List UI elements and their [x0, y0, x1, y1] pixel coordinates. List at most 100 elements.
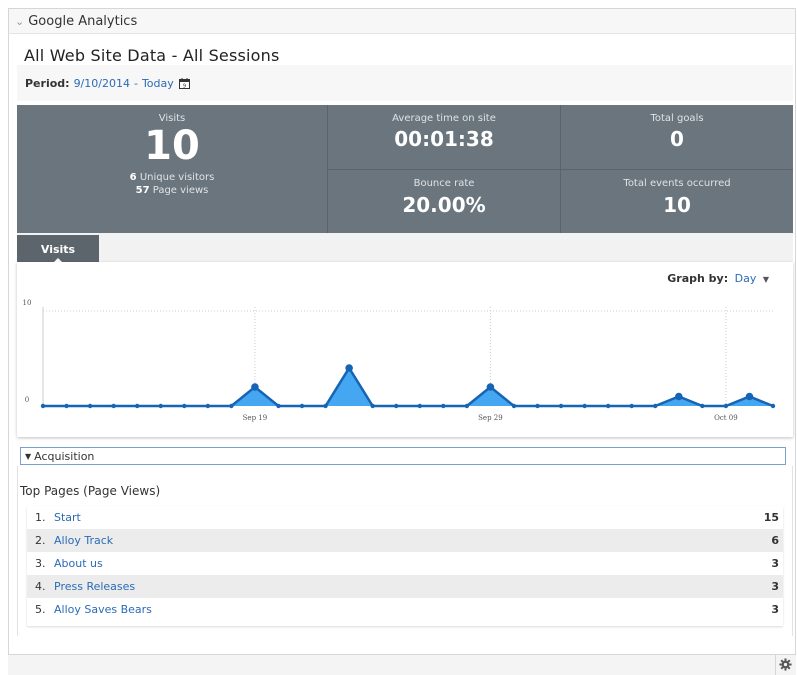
- row-index: 1.: [35, 511, 46, 524]
- row-index: 4.: [35, 580, 46, 593]
- y-tick-label: 10: [23, 299, 32, 307]
- page-views-count: 3: [771, 557, 779, 570]
- top-page-row: 5. Alloy Saves Bears 3: [27, 598, 783, 621]
- gadget-footer: [8, 654, 796, 675]
- data-point: [251, 383, 259, 391]
- data-point: [299, 403, 305, 409]
- svg-text:9: 9: [183, 83, 186, 89]
- top-pages-title: Top Pages (Page Views): [20, 484, 161, 498]
- chevron-down-icon[interactable]: ⌄: [15, 15, 24, 28]
- period-end-link[interactable]: Today: [142, 77, 174, 90]
- total-events-stat: Total events occurred 10: [561, 170, 793, 233]
- data-point: [111, 403, 116, 409]
- stats-panel: Visits 10 6 Unique visitors 57 Page view…: [17, 105, 793, 233]
- bounce-rate-label: Bounce rate: [413, 178, 475, 189]
- tab-visits[interactable]: Visits: [17, 235, 99, 263]
- chart-panel: Graph by: Day ▼ 10 0 Sep 19 Sep 29 Oct 09: [17, 262, 793, 437]
- page-views: 57 Page views: [17, 185, 327, 196]
- acquisition-label: Acquisition: [34, 449, 95, 463]
- visits-stat: Visits 10 6 Unique visitors 57 Page view…: [17, 105, 327, 233]
- page-views-count: 3: [771, 603, 779, 616]
- page-views-count: 57: [135, 185, 150, 196]
- data-point: [87, 403, 93, 409]
- page-views-count: 15: [763, 511, 779, 524]
- tab-visits-label: Visits: [40, 243, 76, 256]
- x-tick-label: Sep 19: [243, 414, 268, 422]
- data-point: [535, 403, 540, 409]
- chart-tabs: Visits: [17, 233, 793, 263]
- avg-time-stat: Average time on site 00:01:38: [328, 105, 560, 169]
- data-point: [745, 392, 754, 401]
- page-views-count: 6: [771, 534, 779, 547]
- unique-visitors-count: 6: [129, 172, 137, 183]
- data-point: [134, 403, 140, 409]
- acquisition-toggle[interactable]: ▼ Acquisition: [20, 447, 786, 465]
- total-goals-value: 0: [670, 127, 684, 151]
- data-point: [486, 383, 495, 391]
- top-page-row: 2. Alloy Track 6: [27, 529, 783, 552]
- row-index: 3.: [35, 557, 46, 570]
- total-goals-label: Total goals: [650, 113, 704, 124]
- period-start-link[interactable]: 9/10/2014: [74, 77, 130, 90]
- data-point: [653, 403, 658, 409]
- data-point: [276, 403, 281, 409]
- data-point: [723, 403, 729, 409]
- data-point: [370, 403, 375, 409]
- triangle-down-icon[interactable]: ▼: [25, 452, 31, 461]
- row-index: 5.: [35, 603, 46, 616]
- data-point: [464, 403, 470, 409]
- page-link[interactable]: About us: [54, 552, 103, 575]
- top-page-row: 1. Start 15: [27, 506, 783, 529]
- data-point: [345, 364, 353, 372]
- data-point: [417, 403, 422, 409]
- data-point: [511, 403, 517, 409]
- data-point: [582, 403, 587, 409]
- top-page-row: 4. Press Releases 3: [27, 575, 783, 598]
- gadget-title: Google Analytics: [28, 13, 138, 29]
- data-point: [441, 403, 446, 409]
- period-separator: -: [133, 76, 138, 90]
- gadget-header[interactable]: ⌄ Google Analytics: [8, 8, 796, 34]
- bounce-rate-stat: Bounce rate 20.00%: [328, 170, 560, 233]
- visits-value: 10: [144, 123, 200, 169]
- page-views-label: Page views: [152, 185, 209, 196]
- data-point: [558, 403, 564, 409]
- period-bar: Period: 9/10/2014 - Today 9: [17, 65, 793, 101]
- page-link[interactable]: Alloy Saves Bears: [54, 598, 152, 621]
- calendar-icon[interactable]: 9: [178, 77, 190, 89]
- x-tick-label: Sep 29: [478, 414, 503, 422]
- data-point: [229, 403, 234, 409]
- data-point: [605, 403, 611, 409]
- data-point: [770, 403, 776, 409]
- unique-visitors: 6 Unique visitors: [17, 172, 327, 183]
- data-point: [64, 403, 69, 409]
- total-events-value: 10: [663, 193, 691, 217]
- unique-visitors-label: Unique visitors: [139, 172, 215, 183]
- y-tick-label: 0: [25, 396, 29, 404]
- page-title: All Web Site Data - All Sessions: [24, 46, 280, 65]
- x-tick-label: Oct 09: [714, 414, 738, 422]
- data-point: [629, 403, 634, 409]
- bounce-rate-value: 20.00%: [402, 193, 486, 217]
- avg-time-label: Average time on site: [392, 113, 496, 124]
- top-pages-list: 1. Start 15 2. Alloy Track 6 3. About us 3 4. Pres…: [27, 506, 783, 626]
- data-point: [675, 392, 683, 401]
- page-link[interactable]: Alloy Track: [54, 529, 113, 552]
- visits-chart: 10 0 Sep 19 Sep 29 Oct 09: [23, 299, 776, 422]
- page-link[interactable]: Start: [54, 506, 81, 529]
- data-point: [323, 403, 328, 409]
- period-label: Period:: [25, 76, 70, 90]
- top-page-row: 3. About us 3: [27, 552, 783, 575]
- data-point: [394, 403, 399, 409]
- data-point: [205, 403, 211, 409]
- page-views-count: 3: [771, 580, 779, 593]
- data-point: [182, 403, 187, 409]
- series-line: [43, 365, 774, 408]
- total-goals-stat: Total goals 0: [561, 105, 793, 169]
- gear-icon[interactable]: [779, 658, 792, 671]
- data-point: [700, 403, 705, 409]
- page-link[interactable]: Press Releases: [54, 575, 135, 598]
- total-events-label: Total events occurred: [623, 178, 731, 189]
- avg-time-value: 00:01:38: [394, 127, 494, 151]
- data-point: [158, 403, 163, 409]
